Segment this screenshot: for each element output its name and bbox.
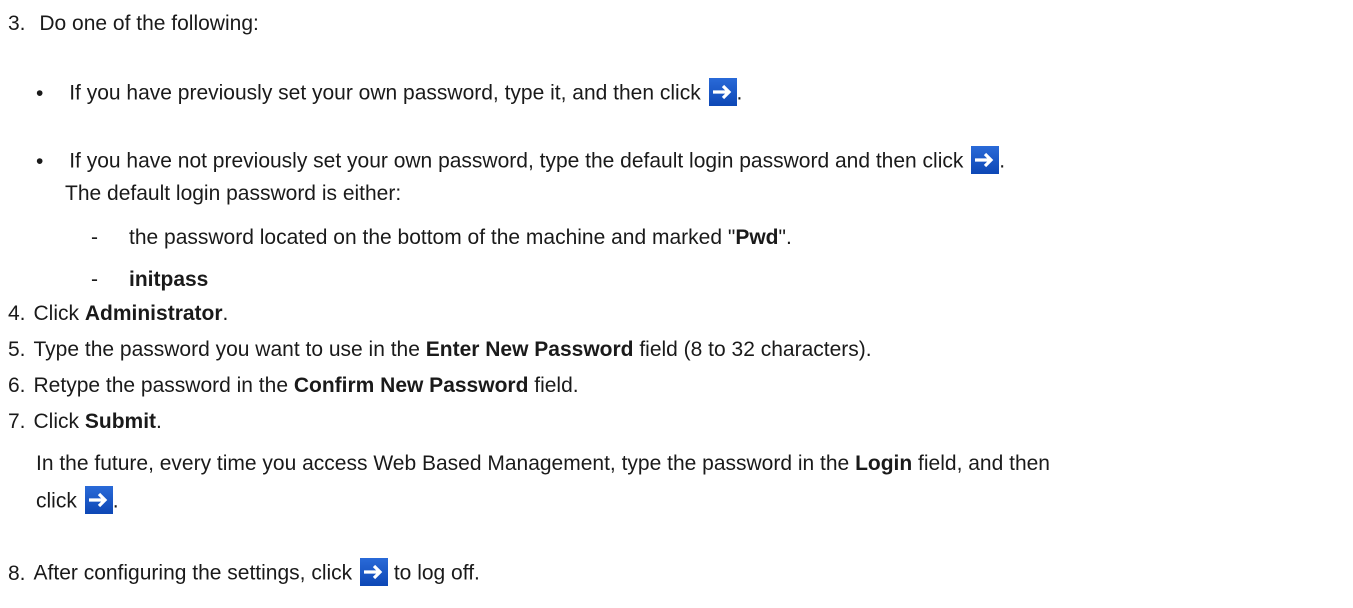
dash: - bbox=[91, 226, 98, 249]
note-text: In the future, every time you access Web… bbox=[36, 452, 856, 475]
option-bold: initpass bbox=[129, 268, 209, 291]
bullet-text-end: . bbox=[999, 149, 1006, 173]
note-text-end: . bbox=[112, 489, 119, 513]
arrow-right-icon bbox=[708, 78, 737, 106]
arrow-right-icon bbox=[360, 558, 389, 586]
bullet-text: If you have previously set your own pass… bbox=[69, 81, 701, 105]
step-number: 7. bbox=[8, 410, 26, 433]
note-bold: Login bbox=[855, 452, 913, 475]
arrow-right-icon bbox=[84, 486, 113, 514]
step-text-end: to log off. bbox=[388, 561, 480, 585]
step-number: 6. bbox=[8, 374, 26, 397]
step-bold: Confirm New Password bbox=[293, 374, 529, 397]
default-password-option-1: - the password located on the bottom of t… bbox=[91, 226, 792, 250]
step-text: Click bbox=[33, 302, 85, 325]
option-text-end: ". bbox=[778, 226, 792, 249]
bullet-text: If you have not previously set your own … bbox=[69, 149, 964, 173]
future-login-note-cont: click . bbox=[36, 486, 119, 516]
bullet: • bbox=[36, 149, 44, 173]
step-8: 8. After configuring the settings, click … bbox=[8, 558, 480, 588]
step-number: 8. bbox=[8, 561, 26, 585]
step-text: Retype the password in the bbox=[33, 374, 294, 397]
step-text: After configuring the settings, click bbox=[33, 561, 353, 585]
step-6: 6. Retype the password in the Confirm New… bbox=[8, 374, 579, 398]
option-text: the password located on the bottom of th… bbox=[129, 226, 736, 249]
option-bold: Pwd bbox=[735, 226, 779, 249]
step-7: 7. Click Submit. bbox=[8, 410, 162, 434]
note-text: click bbox=[36, 489, 77, 513]
step-text-end: field (8 to 32 characters). bbox=[633, 338, 872, 361]
step-bold: Submit bbox=[84, 410, 157, 433]
step-5: 5. Type the password you want to use in t… bbox=[8, 338, 872, 362]
step-3: 3. Do one of the following: bbox=[8, 12, 259, 36]
step-text-end: . bbox=[222, 302, 229, 325]
step-text: Click bbox=[33, 410, 85, 433]
default-password-note: The default login password is either: bbox=[65, 182, 402, 205]
step-number: 4. bbox=[8, 302, 26, 325]
step-bold: Administrator bbox=[84, 302, 223, 325]
step-number: 3. bbox=[8, 12, 26, 35]
step-4: 4. Click Administrator. bbox=[8, 302, 228, 326]
bullet: • bbox=[36, 81, 44, 105]
dash: - bbox=[91, 268, 98, 291]
bullet-text-end: . bbox=[736, 81, 743, 105]
arrow-right-icon bbox=[971, 146, 1000, 174]
step-number: 5. bbox=[8, 338, 26, 361]
step-3-bullet-2: • If you have not previously set your ow… bbox=[36, 146, 1006, 176]
future-login-note: In the future, every time you access Web… bbox=[36, 452, 1050, 476]
step-text: Do one of the following: bbox=[39, 12, 259, 35]
note-text-end: field, and then bbox=[912, 452, 1050, 475]
step-3-bullet-1: • If you have previously set your own pa… bbox=[36, 78, 743, 108]
step-text-end: . bbox=[156, 410, 162, 433]
step-text-end: field. bbox=[528, 374, 579, 397]
step-bold: Enter New Password bbox=[425, 338, 634, 361]
default-password-option-2: - initpass bbox=[91, 268, 208, 292]
step-text: Type the password you want to use in the bbox=[33, 338, 426, 361]
